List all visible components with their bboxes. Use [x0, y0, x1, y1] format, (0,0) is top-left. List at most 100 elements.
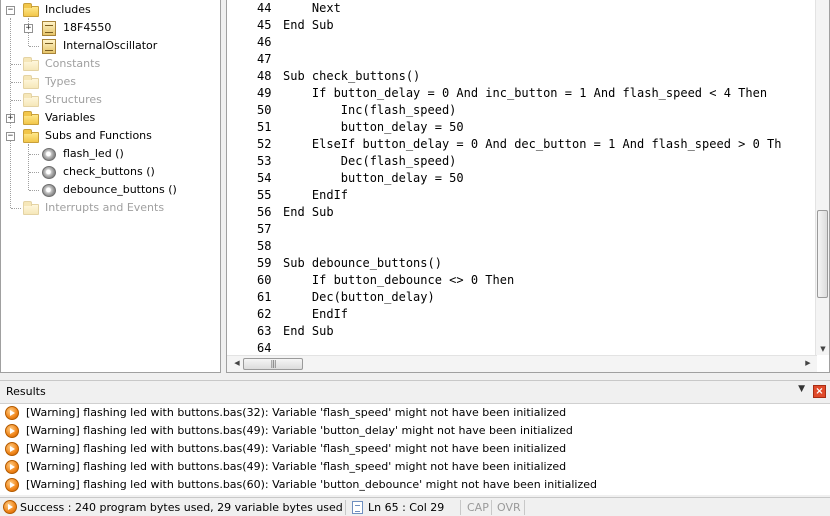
- line-text[interactable]: Dec(button_delay): [283, 289, 435, 306]
- status-separator: [460, 500, 461, 515]
- status-message: Success : 240 program bytes used, 29 var…: [20, 501, 343, 514]
- line-number: 64: [257, 341, 272, 355]
- line-number: 62: [257, 307, 272, 321]
- module-icon: [41, 39, 57, 54]
- result-text: [Warning] flashing led with buttons.bas(…: [26, 460, 567, 473]
- horizontal-scroll-thumb[interactable]: |||: [243, 358, 303, 370]
- folder-icon: [23, 75, 39, 89]
- line-number: 47: [257, 52, 272, 66]
- line-text[interactable]: End Sub: [283, 17, 334, 34]
- tree-node-label: Constants: [45, 57, 101, 70]
- tree-node-label: check_buttons (): [63, 165, 155, 178]
- vertical-scroll-thumb[interactable]: [817, 210, 828, 298]
- vertical-scrollbar[interactable]: ▼: [815, 0, 829, 355]
- line-number: 50: [257, 103, 272, 117]
- line-text[interactable]: End Sub: [283, 323, 334, 340]
- sub-icon: [41, 165, 57, 179]
- line-text[interactable]: Inc(flash_speed): [283, 102, 457, 119]
- result-text: [Warning] flashing led with buttons.bas(…: [26, 478, 597, 491]
- line-number: 57: [257, 222, 272, 236]
- expand-icon[interactable]: +: [24, 24, 33, 33]
- line-number: 55: [257, 188, 272, 202]
- line-text[interactable]: If button_delay = 0 And inc_button = 1 A…: [283, 85, 767, 102]
- line-number: 60: [257, 273, 272, 287]
- line-number: 56: [257, 205, 272, 219]
- results-list[interactable]: [Warning] flashing led with buttons.bas(…: [0, 403, 830, 495]
- line-number: 63: [257, 324, 272, 338]
- tree-node-label: debounce_buttons (): [63, 183, 177, 196]
- expand-icon[interactable]: +: [6, 114, 15, 123]
- line-text[interactable]: EndIf: [283, 306, 348, 323]
- tree-node-label: Variables: [45, 111, 96, 124]
- line-text[interactable]: If button_debounce <> 0 Then: [283, 272, 514, 289]
- line-text[interactable]: Next: [283, 0, 341, 17]
- caps-lock-indicator: CAP: [467, 501, 489, 514]
- collapse-icon[interactable]: −: [6, 6, 15, 15]
- scroll-left-icon[interactable]: ◀: [230, 359, 244, 367]
- status-separator: [345, 500, 346, 515]
- warning-icon: [5, 460, 19, 474]
- line-number: 54: [257, 171, 272, 185]
- tree-node-label: Types: [45, 75, 76, 88]
- sub-icon: [41, 183, 57, 197]
- line-number: 45: [257, 18, 272, 32]
- scroll-down-icon[interactable]: ▼: [816, 345, 829, 353]
- module-icon: [41, 21, 57, 36]
- line-text[interactable]: EndIf: [283, 187, 348, 204]
- folder-icon: [23, 129, 39, 143]
- results-title: Results: [6, 385, 46, 398]
- warning-icon: [5, 424, 19, 438]
- line-number: 48: [257, 69, 272, 83]
- tree-node-label: InternalOscillator: [63, 39, 158, 52]
- line-number: 61: [257, 290, 272, 304]
- warning-icon: [5, 406, 19, 420]
- sub-icon: [41, 147, 57, 161]
- collapse-icon[interactable]: −: [6, 132, 15, 141]
- line-number: 52: [257, 137, 272, 151]
- status-separator: [491, 500, 492, 515]
- horizontal-scrollbar[interactable]: ◀ ||| ▶: [227, 355, 817, 372]
- result-text: [Warning] flashing led with buttons.bas(…: [26, 424, 573, 437]
- line-text[interactable]: Dec(flash_speed): [283, 153, 457, 170]
- chevron-down-icon[interactable]: ▼: [798, 384, 805, 394]
- line-number: 58: [257, 239, 272, 253]
- line-number: 44: [257, 1, 272, 15]
- tree-guide-line: [28, 144, 29, 190]
- tree-node-label: Subs and Functions: [45, 129, 152, 142]
- line-number: 49: [257, 86, 272, 100]
- line-text[interactable]: Sub debounce_buttons(): [283, 255, 442, 272]
- line-number: 51: [257, 120, 272, 134]
- close-icon[interactable]: ×: [813, 385, 826, 398]
- result-text: [Warning] flashing led with buttons.bas(…: [26, 406, 567, 419]
- code-editor[interactable]: 44 Next 45 End Sub 46 47 48 Sub check_butt…: [226, 0, 830, 373]
- scroll-right-icon[interactable]: ▶: [801, 359, 815, 367]
- line-text[interactable]: ElseIf button_delay = 0 And dec_button =…: [283, 136, 782, 153]
- document-icon: [352, 501, 363, 514]
- tree-guide-line: [10, 140, 11, 208]
- line-text[interactable]: button_delay = 50: [283, 119, 464, 136]
- project-tree[interactable]: − Includes + 18F4550 InternalOscillator …: [0, 0, 221, 373]
- folder-icon: [23, 57, 39, 71]
- warning-icon: [5, 442, 19, 456]
- warning-icon: [5, 478, 19, 492]
- result-text: [Warning] flashing led with buttons.bas(…: [26, 442, 567, 455]
- code-area[interactable]: 44 Next 45 End Sub 46 47 48 Sub check_butt…: [227, 0, 817, 355]
- results-header: Results ▼ ×: [0, 380, 830, 402]
- line-text[interactable]: Sub check_buttons(): [283, 68, 420, 85]
- folder-icon: [23, 3, 39, 17]
- tree-node-label: Structures: [45, 93, 102, 106]
- status-separator: [524, 500, 525, 515]
- overwrite-indicator: OVR: [497, 501, 521, 514]
- tree-node-label: Includes: [45, 3, 91, 16]
- folder-icon: [23, 111, 39, 125]
- line-number: 59: [257, 256, 272, 270]
- line-number: 53: [257, 154, 272, 168]
- line-number: 46: [257, 35, 272, 49]
- line-text[interactable]: End Sub: [283, 204, 334, 221]
- folder-icon: [23, 201, 39, 215]
- status-bar: Success : 240 program bytes used, 29 var…: [0, 497, 830, 516]
- tree-node-label: 18F4550: [63, 21, 112, 34]
- folder-icon: [23, 93, 39, 107]
- line-text[interactable]: button_delay = 50: [283, 170, 464, 187]
- status-info-icon: [3, 500, 17, 514]
